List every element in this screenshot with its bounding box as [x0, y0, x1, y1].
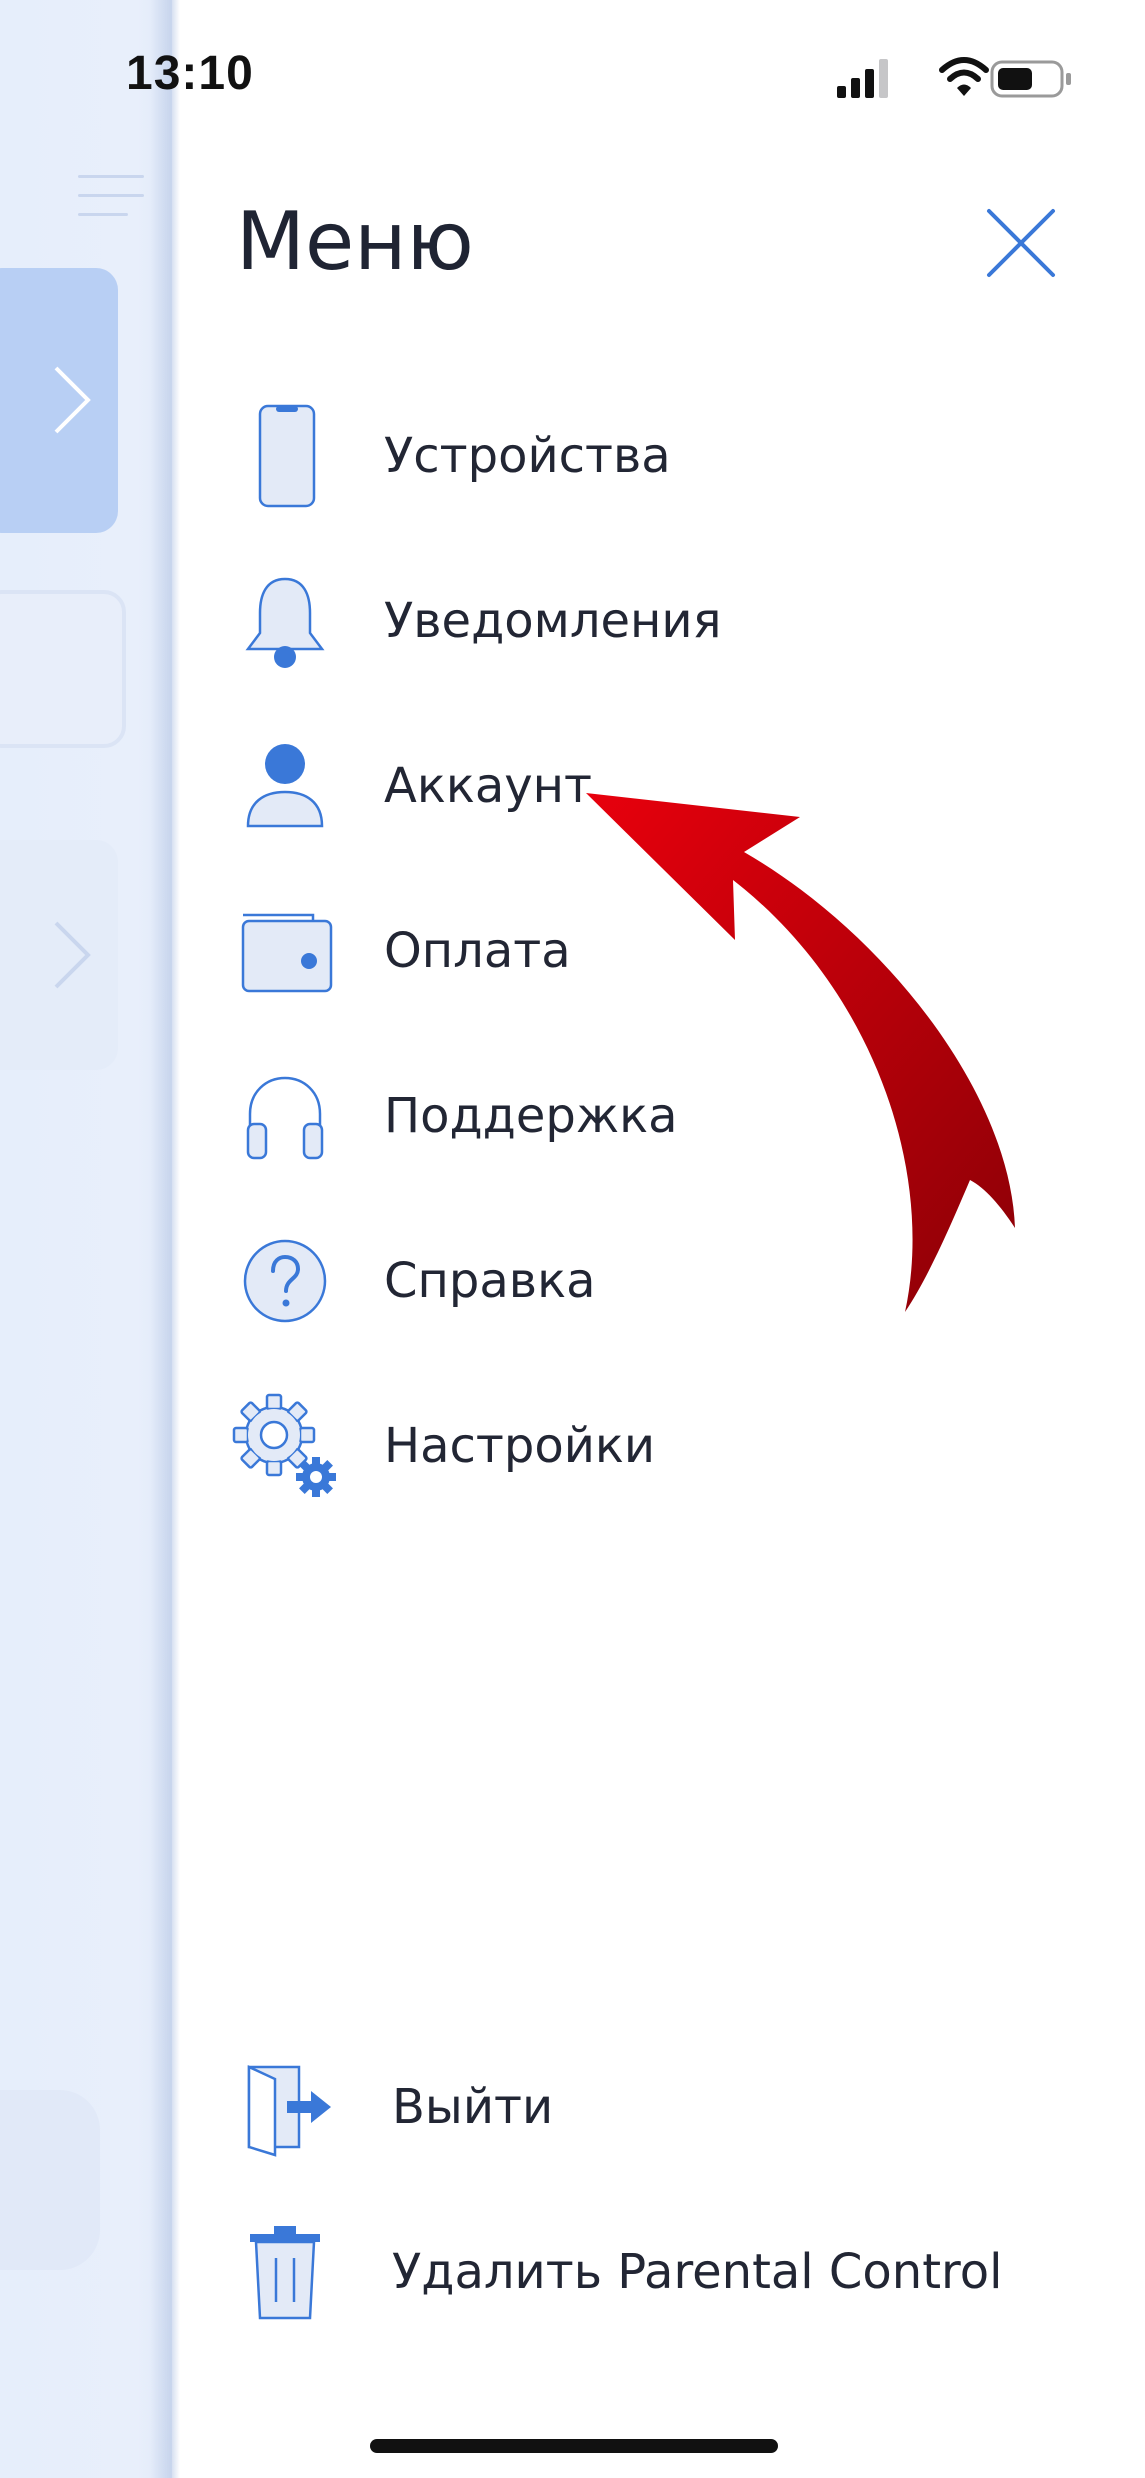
menu-item-delete-app[interactable]: Удалить Parental Control [230, 2212, 1090, 2332]
menu-item-account[interactable]: Аккаунт [230, 726, 1090, 846]
menu-title: Меню [236, 195, 474, 288]
screen: 13:10 Меню Устройства Уведомления Аккаун… [0, 0, 1145, 2478]
phone-icon [230, 401, 340, 511]
menu-lines-icon [78, 175, 144, 232]
bell-icon [230, 566, 340, 676]
menu-item-support[interactable]: Поддержка [230, 1056, 1090, 1176]
signal-icon [837, 59, 888, 98]
menu-item-label: Удалить Parental Control [392, 2244, 1003, 2300]
menu-item-devices[interactable]: Устройства [230, 396, 1090, 516]
wifi-icon [939, 57, 989, 96]
chevron-right-icon [54, 366, 91, 434]
gear-icon [230, 1391, 340, 1501]
trash-icon [230, 2217, 340, 2327]
menu-item-label: Оплата [384, 923, 571, 979]
background-card [0, 590, 126, 748]
panel-shadow [150, 0, 180, 2478]
menu-item-settings[interactable]: Настройки [230, 1386, 1090, 1506]
headphones-icon [230, 1061, 340, 1171]
help-icon [230, 1226, 340, 1336]
home-indicator[interactable] [370, 2439, 778, 2453]
close-button[interactable] [983, 205, 1059, 281]
menu-item-label: Настройки [384, 1418, 656, 1474]
menu-item-help[interactable]: Справка [230, 1221, 1090, 1341]
menu-item-logout[interactable]: Выйти [230, 2047, 1090, 2167]
menu-item-label: Уведомления [384, 593, 722, 649]
background-app [0, 0, 172, 2478]
close-icon [987, 209, 1055, 277]
background-shape [0, 2090, 100, 2270]
logout-icon [230, 2052, 340, 2162]
menu-item-label: Устройства [384, 428, 671, 484]
menu-item-notifications[interactable]: Уведомления [230, 561, 1090, 681]
chevron-right-icon [54, 921, 91, 989]
menu-item-payment[interactable]: Оплата [230, 891, 1090, 1011]
user-icon [230, 731, 340, 841]
status-icons [837, 57, 1071, 98]
menu-item-label: Справка [384, 1253, 596, 1309]
status-time: 13:10 [126, 47, 254, 100]
menu-item-label: Выйти [392, 2079, 554, 2135]
wallet-icon [230, 896, 340, 1006]
menu-item-label: Поддержка [384, 1088, 678, 1144]
battery-icon [990, 60, 1071, 98]
menu-item-label: Аккаунт [384, 758, 592, 814]
